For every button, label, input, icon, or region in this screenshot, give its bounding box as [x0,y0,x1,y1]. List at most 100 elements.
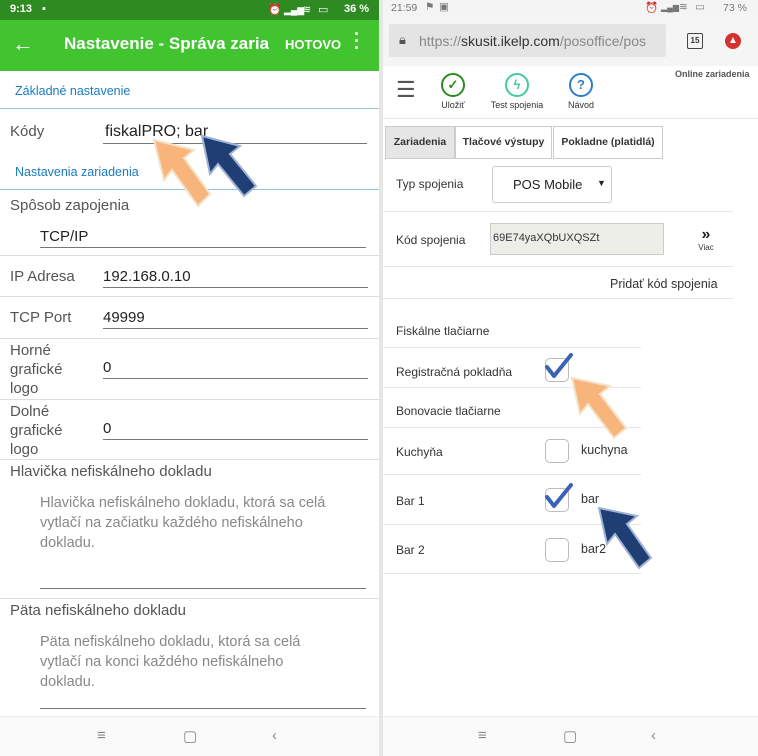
fiscal-printers-heading: Fiskálne tlačiarne [396,324,490,338]
tab-print-outputs[interactable]: Tlačové výstupy [455,126,552,159]
kitchen-checkbox[interactable] [545,439,569,463]
caret-down-icon: ▼ [597,178,606,188]
system-nav-bar: ≡ ▢ ‹ [383,716,758,756]
test-connection-button[interactable]: ϟ Test spojenia [487,73,547,110]
system-nav-bar: ≡ ▢ ‹ [0,716,379,756]
divider [383,347,641,348]
online-devices-link[interactable]: Online zariadenia [675,69,750,79]
menu-icon[interactable]: ≡ [97,727,106,744]
add-connection-code-link[interactable]: Pridať kód spojenia [610,277,718,291]
connection-underline [40,247,366,248]
port-input[interactable]: 49999 [103,309,145,326]
navy-arrow-annotation [200,134,258,198]
header-label: Hlavička nefiskálneho dokladu [10,463,212,480]
message-icon: ▪ [42,3,46,15]
receipt-printers-heading: Bonovacie tlačiarne [396,404,501,418]
url-text[interactable]: https://skusit.ikelp.com/posoffice/pos [419,33,663,49]
back-icon[interactable]: ‹ [272,727,277,744]
top-logo-input[interactable]: 0 [103,359,111,376]
ip-underline [103,287,368,288]
signal-icon: ▂▄▆ [661,3,679,12]
bottom-logo-underline [103,439,368,440]
port-underline [103,328,368,329]
codes-label: Kódy [10,123,45,140]
wifi-icon: ≋ [679,1,688,13]
bolt-icon: ϟ [505,73,529,97]
status-bar: 21:59 ⚑ ▣ ⏰ ▂▄▆ ≋ ▭ 73 % [383,0,758,16]
divider [0,338,379,339]
lock-icon: 🔒︎ [399,32,406,47]
connection-type-select[interactable]: POS Mobile ▼ [492,166,612,203]
connection-type-label: Typ spojenia [396,177,464,191]
status-time: 9:13 [10,3,33,15]
cash-register-label: Registračná pokladňa [396,365,513,379]
menu-icon[interactable]: ≡ [478,727,487,744]
double-chevron-right-icon: » [701,226,711,243]
hamburger-icon[interactable]: ☰ [396,79,416,101]
address-bar[interactable]: 🔒︎ https://skusit.ikelp.com/posoffice/po… [389,24,666,57]
more-button[interactable]: » Viac [691,226,721,253]
save-button[interactable]: ✓ Uložiť [423,73,483,110]
bottom-logo-label: Dolné grafické logo [10,403,63,458]
top-logo-underline [103,378,368,379]
header-underline [40,588,366,589]
connection-code-label: Kód spojenia [396,233,466,247]
browser-pos-screen: 21:59 ⚑ ▣ ⏰ ▂▄▆ ≋ ▭ 73 % 🔒︎ https://skus… [383,0,758,756]
kitchen-value: kuchyna [581,443,628,457]
guide-button[interactable]: ? Návod [551,73,611,110]
divider [0,399,379,400]
bar2-label: Bar 2 [396,543,425,557]
orange-arrow-annotation [570,376,628,440]
divider [383,211,733,212]
divider [0,459,379,460]
kebab-icon[interactable]: · · · [354,25,360,57]
divider [383,573,641,574]
port-label: TCP Port [10,309,72,326]
status-time: 21:59 [391,2,418,14]
divider [383,118,758,119]
bar1-label: Bar 1 [396,494,425,508]
question-icon: ? [569,73,593,97]
ip-label: IP Adresa [10,268,75,285]
flag-icon: ⚑ [425,1,435,13]
connection-code-field: 69E74yaXQbUXQSZt [490,223,664,255]
section-basic-settings: Základné nastavenie [15,84,131,98]
android-settings-screen: 9:13 ▪ ⏰ ▂▄▆ ≋ ▭ 36 % ← Nastavenie - Spr… [0,0,379,756]
alarm-icon: ⏰ [645,2,659,14]
battery-icon: ▭ [318,4,329,16]
bar2-checkbox[interactable] [545,538,569,562]
browser-toolbar: 🔒︎ https://skusit.ikelp.com/posoffice/po… [383,16,758,66]
alarm-icon: ⏰ [268,4,282,16]
battery-level: 73 % [723,2,747,14]
arrow-left-icon[interactable]: ← [12,31,34,57]
home-icon[interactable]: ▢ [183,727,197,745]
back-icon[interactable]: ‹ [651,727,656,744]
done-button[interactable]: HOTOVO [285,37,341,52]
divider [0,598,379,599]
browser-menu-icon[interactable]: ▲ [725,33,741,49]
divider [0,296,379,297]
divider [383,266,733,267]
navy-arrow-annotation [597,506,653,570]
section-device-settings: Nastavenia zariadenia [15,165,139,179]
wifi-icon: ≋ [302,4,312,16]
tab-devices[interactable]: Zariadenia [385,126,455,159]
connection-select[interactable]: TCP/IP [40,228,88,245]
battery-level: 36 % [344,3,370,15]
home-icon[interactable]: ▢ [563,727,577,745]
divider [0,255,379,256]
footer-textarea[interactable]: Päta nefiskálneho dokladu, ktorá sa celá… [40,632,330,692]
top-logo-label: Horné grafické logo [10,342,63,397]
tab-switcher-button[interactable]: 15 [687,33,703,49]
bar1-value: bar [581,492,600,506]
battery-icon: ▭ [695,1,705,13]
status-bar: 9:13 ▪ ⏰ ▂▄▆ ≋ ▭ 36 % [0,0,379,20]
app-bar: ← Nastavenie - Správa zariadení HOTOVO ·… [0,20,379,71]
ip-input[interactable]: 192.168.0.10 [103,268,191,285]
divider [383,298,733,299]
connection-label: Spôsob zapojenia [10,197,130,214]
tab-cash-registers[interactable]: Pokladne (platidlá) [553,126,663,159]
bottom-logo-input[interactable]: 0 [103,420,111,437]
header-textarea[interactable]: Hlavička nefiskálneho dokladu, ktorá sa … [40,493,330,553]
divider [0,108,379,109]
